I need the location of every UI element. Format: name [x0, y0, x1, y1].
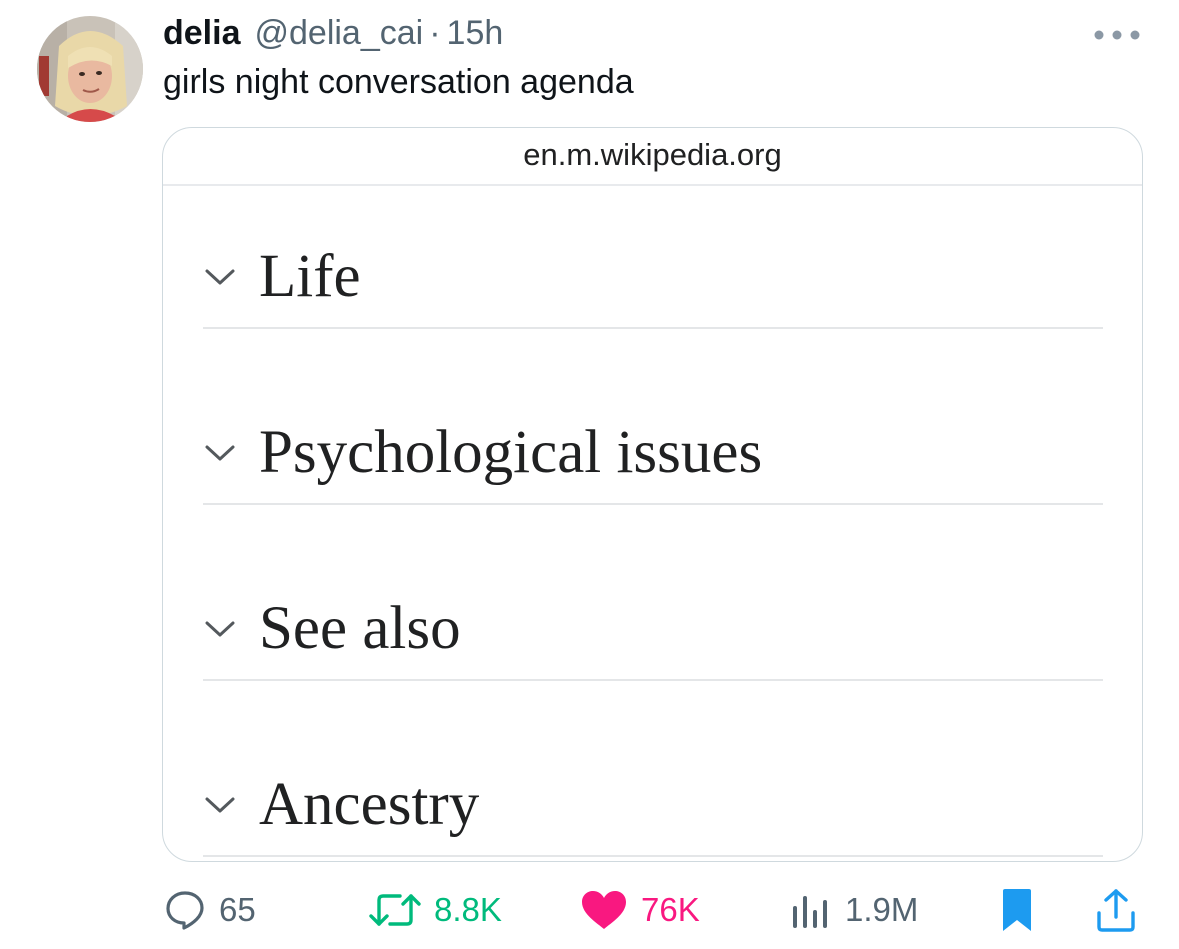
- reply-icon: [166, 891, 204, 930]
- tweet-action-bar: 65 8.8K 76K 1.9M: [0, 880, 1179, 940]
- reply-count: 65: [219, 891, 256, 928]
- wiki-section-see-also: See also: [203, 538, 1103, 714]
- heart-icon: [582, 891, 626, 929]
- wiki-section-ancestry: Ancestry: [203, 714, 1103, 861]
- timestamp[interactable]: 15h: [447, 14, 504, 52]
- wiki-section-life: Life: [203, 186, 1103, 362]
- reply-button[interactable]: 65: [163, 880, 256, 940]
- views-button[interactable]: 1.9M: [789, 880, 918, 940]
- display-name[interactable]: delia: [163, 14, 240, 52]
- section-divider: [203, 679, 1103, 681]
- views-icon: [793, 896, 827, 928]
- retweet-button[interactable]: 8.8K: [368, 880, 502, 940]
- wiki-section-title: Psychological issues: [259, 419, 763, 486]
- section-divider: [203, 503, 1103, 505]
- chevron-down-icon: [205, 269, 235, 285]
- avatar[interactable]: [37, 16, 143, 122]
- share-button[interactable]: [1094, 880, 1138, 940]
- chevron-down-icon: [205, 621, 235, 637]
- bookmark-icon: [1003, 889, 1031, 931]
- link-preview-card[interactable]: en.m.wikipedia.org Life Psychological is…: [162, 127, 1143, 862]
- card-domain: en.m.wikipedia.org: [163, 128, 1142, 186]
- share-icon: [1097, 889, 1135, 932]
- separator-dot: ·: [429, 14, 441, 52]
- section-divider: [203, 855, 1103, 857]
- retweet-icon: [369, 894, 421, 926]
- tweet-text: girls night conversation agenda: [163, 63, 634, 101]
- wiki-section-title: See also: [259, 595, 461, 662]
- wiki-section-psychological-issues: Psychological issues: [203, 362, 1103, 538]
- like-button[interactable]: 76K: [579, 880, 700, 940]
- wiki-section-title: Ancestry: [259, 771, 480, 838]
- more-options-button[interactable]: [1085, 18, 1149, 52]
- more-horizontal-icon: [1094, 30, 1140, 40]
- retweet-count: 8.8K: [434, 891, 502, 928]
- views-count: 1.9M: [845, 891, 919, 928]
- like-count: 76K: [641, 891, 700, 928]
- section-divider: [203, 327, 1103, 329]
- bookmark-button[interactable]: [1000, 880, 1034, 940]
- user-handle[interactable]: @delia_cai: [254, 14, 423, 52]
- wiki-section-title: Life: [259, 243, 361, 310]
- chevron-down-icon: [205, 445, 235, 461]
- chevron-down-icon: [205, 797, 235, 813]
- tweet-header: delia @delia_cai · 15h: [163, 12, 503, 54]
- avatar-image: [37, 16, 143, 122]
